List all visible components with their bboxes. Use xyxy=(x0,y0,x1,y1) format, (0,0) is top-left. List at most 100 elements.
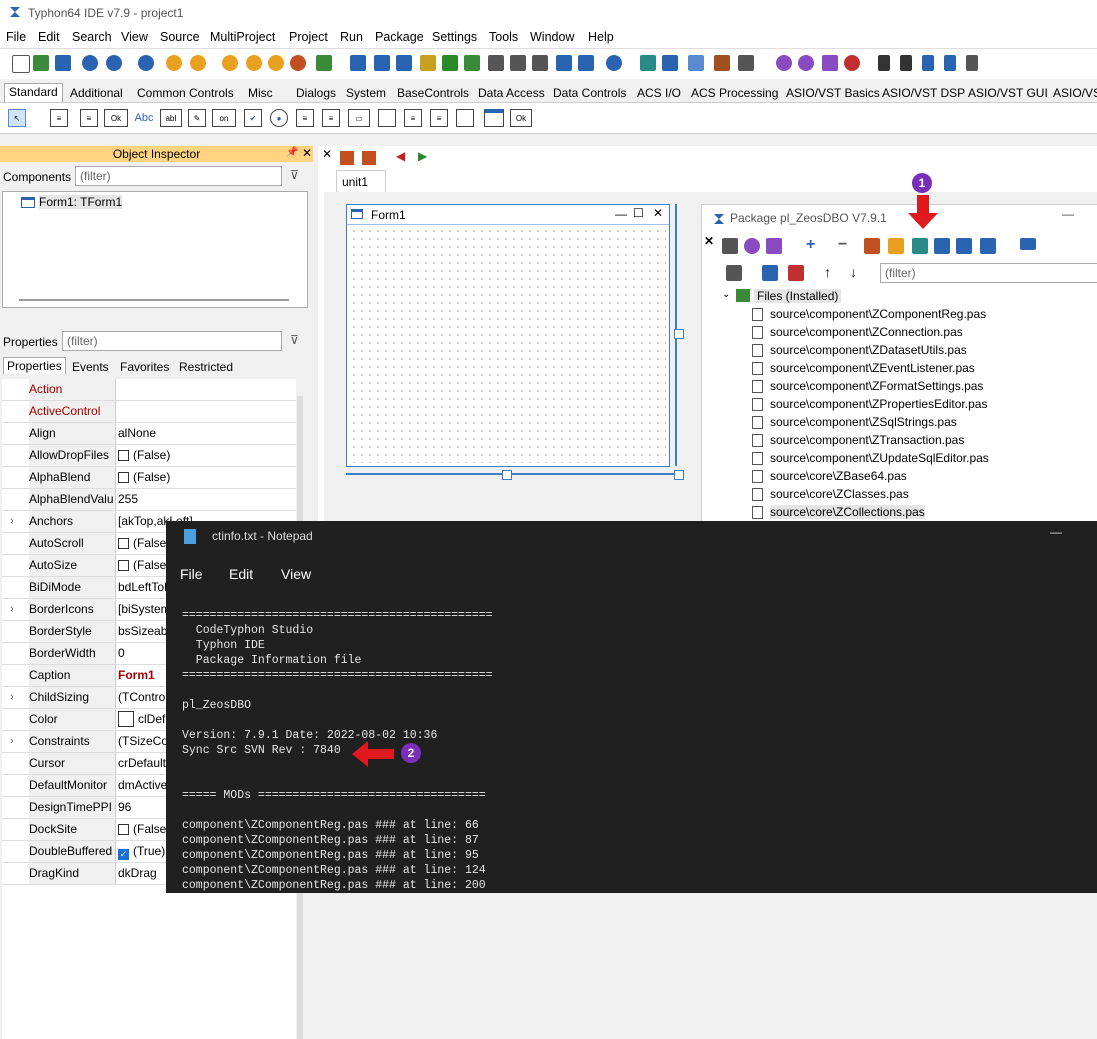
expand-chevron-icon[interactable]: › xyxy=(10,599,14,620)
menu-view[interactable]: View xyxy=(121,30,148,44)
menu-multiproject[interactable]: MultiProject xyxy=(210,30,275,44)
pkg-down-icon[interactable]: ↓ xyxy=(850,264,857,280)
action-list-icon[interactable]: Ok xyxy=(510,109,532,127)
menu-edit[interactable]: Edit xyxy=(38,30,60,44)
property-row[interactable]: Align alNone xyxy=(2,423,296,445)
clipboard-icon[interactable] xyxy=(488,55,504,71)
editor-tool2-icon[interactable] xyxy=(362,151,376,165)
component-tree[interactable]: Form1: TForm1 xyxy=(2,191,308,308)
groupbox-icon[interactable] xyxy=(378,109,396,127)
tree-item-form1[interactable]: Form1: TForm1 xyxy=(39,195,123,209)
color-swatch[interactable] xyxy=(118,711,134,727)
save-icon[interactable] xyxy=(55,55,71,71)
menu-tools[interactable]: Tools xyxy=(489,30,518,44)
tab-properties[interactable]: Properties xyxy=(3,357,66,374)
property-value[interactable]: (False) xyxy=(118,819,170,840)
tab-data-controls[interactable]: Data Controls xyxy=(553,86,626,100)
pkg-more-icon[interactable] xyxy=(980,238,996,254)
package-close-icon[interactable]: ✕ xyxy=(704,234,714,248)
expand-chevron-icon[interactable]: › xyxy=(10,511,14,532)
notepad-text-area[interactable]: ========================================… xyxy=(182,608,493,893)
search-project-icon[interactable] xyxy=(442,55,458,71)
package-filter-input[interactable]: (filter) xyxy=(880,263,1097,283)
property-value[interactable]: (False) xyxy=(118,533,170,554)
property-value[interactable]: crDefault xyxy=(118,753,166,774)
pkg-options-icon[interactable] xyxy=(864,238,880,254)
close-inspector-icon[interactable]: ✕ xyxy=(302,146,312,160)
pkg-sort-az-icon[interactable] xyxy=(788,265,804,281)
wave-icon[interactable] xyxy=(688,55,704,71)
package-file-item[interactable]: source\component\ZUpdateSqlEditor.pas xyxy=(770,451,989,465)
tab-unit1[interactable]: unit1 xyxy=(336,170,386,193)
property-value[interactable]: 96 xyxy=(118,797,131,818)
combobox-icon[interactable]: ≡ xyxy=(322,109,340,127)
debug-icon[interactable] xyxy=(844,55,860,71)
pkg-open-icon[interactable] xyxy=(888,238,904,254)
expand-chevron-icon[interactable]: › xyxy=(10,687,14,708)
edit-icon[interactable] xyxy=(420,55,436,71)
stop-icon[interactable] xyxy=(900,55,912,71)
toggle-box-component[interactable]: on xyxy=(212,109,236,127)
form1-grid[interactable] xyxy=(350,227,666,463)
scissors-icon[interactable] xyxy=(714,55,730,71)
back-arrow-icon[interactable]: ◀ xyxy=(396,149,405,163)
menu-package[interactable]: Package xyxy=(375,30,424,44)
notepad-menu-edit[interactable]: Edit xyxy=(229,566,253,582)
step-over-icon[interactable] xyxy=(944,55,956,71)
pkg-up-icon[interactable]: ↑ xyxy=(824,264,831,280)
menu-search[interactable]: Search xyxy=(72,30,112,44)
tab-restricted[interactable]: Restricted xyxy=(179,360,233,374)
filter-clear-icon[interactable]: ⊽ xyxy=(290,168,299,182)
toolbar-icon-a[interactable] xyxy=(556,55,572,71)
checkbox-icon[interactable]: ✓ xyxy=(118,849,129,860)
new-unit-icon[interactable] xyxy=(33,55,49,71)
menu-window[interactable]: Window xyxy=(530,30,574,44)
pkg-compile-icon[interactable] xyxy=(744,238,760,254)
expand-chevron-icon[interactable]: › xyxy=(10,731,14,752)
label-component[interactable]: Abc xyxy=(132,109,156,127)
checkbox-icon[interactable] xyxy=(118,472,129,483)
menu-help[interactable]: Help xyxy=(588,30,614,44)
package-file-item[interactable]: source\component\ZSqlStrings.pas xyxy=(770,415,957,429)
add-to-project-icon[interactable] xyxy=(316,55,332,71)
components-filter-input[interactable]: (filter) xyxy=(75,166,282,186)
tab-acs-io[interactable]: ACS I/O xyxy=(637,86,681,100)
tab-asio-vs[interactable]: ASIO/VS xyxy=(1053,86,1097,100)
package-minimize-icon[interactable]: — xyxy=(1062,207,1074,221)
tab-asio-vst-dsp[interactable]: ASIO/VST DSP xyxy=(882,86,965,100)
pkg-menu-icon[interactable] xyxy=(1020,238,1036,250)
package-file-item[interactable]: source\component\ZFormatSettings.pas xyxy=(770,379,983,393)
tree-scrollbar[interactable] xyxy=(19,299,289,301)
tab-additional[interactable]: Additional xyxy=(70,86,123,100)
checkbox-icon[interactable]: ✔ xyxy=(244,109,262,127)
tab-standard[interactable]: Standard xyxy=(4,83,63,104)
tab-acs-processing[interactable]: ACS Processing xyxy=(691,86,778,100)
checkbox-icon[interactable] xyxy=(118,450,129,461)
notepad-menu-file[interactable]: File xyxy=(180,566,203,582)
project-open-icon[interactable] xyxy=(166,55,182,71)
menu-source[interactable]: Source xyxy=(160,30,200,44)
frame-icon[interactable] xyxy=(484,109,504,127)
files-group-label[interactable]: Files (Installed) xyxy=(754,289,842,303)
property-row[interactable]: AlphaBlendValu 255 xyxy=(2,489,296,511)
pause-icon[interactable] xyxy=(878,55,890,71)
new-file-icon[interactable] xyxy=(12,55,30,73)
pkg-install-icon[interactable] xyxy=(934,238,950,254)
toggle-form-icon[interactable] xyxy=(374,55,390,71)
project-new-icon[interactable] xyxy=(268,55,284,71)
property-value[interactable]: ✓ (True) xyxy=(118,841,165,862)
package-file-item[interactable]: source\component\ZTransaction.pas xyxy=(770,433,964,447)
menu-run[interactable]: Run xyxy=(340,30,363,44)
project-save-as-icon[interactable] xyxy=(246,55,262,71)
tab-system[interactable]: System xyxy=(346,86,386,100)
pkg-tree-icon[interactable] xyxy=(726,265,742,281)
build-icon[interactable] xyxy=(464,55,480,71)
tab-common-controls[interactable]: Common Controls xyxy=(137,86,234,100)
panel-icon[interactable] xyxy=(456,109,474,127)
resize-handle-right[interactable] xyxy=(674,329,684,339)
properties-filter-input[interactable]: (filter) xyxy=(62,331,282,351)
open-icon[interactable] xyxy=(82,55,98,71)
pkg-remove-icon[interactable]: − xyxy=(838,236,847,254)
project-reopen-icon[interactable] xyxy=(190,55,206,71)
property-row[interactable]: AllowDropFiles (False) xyxy=(2,445,296,467)
